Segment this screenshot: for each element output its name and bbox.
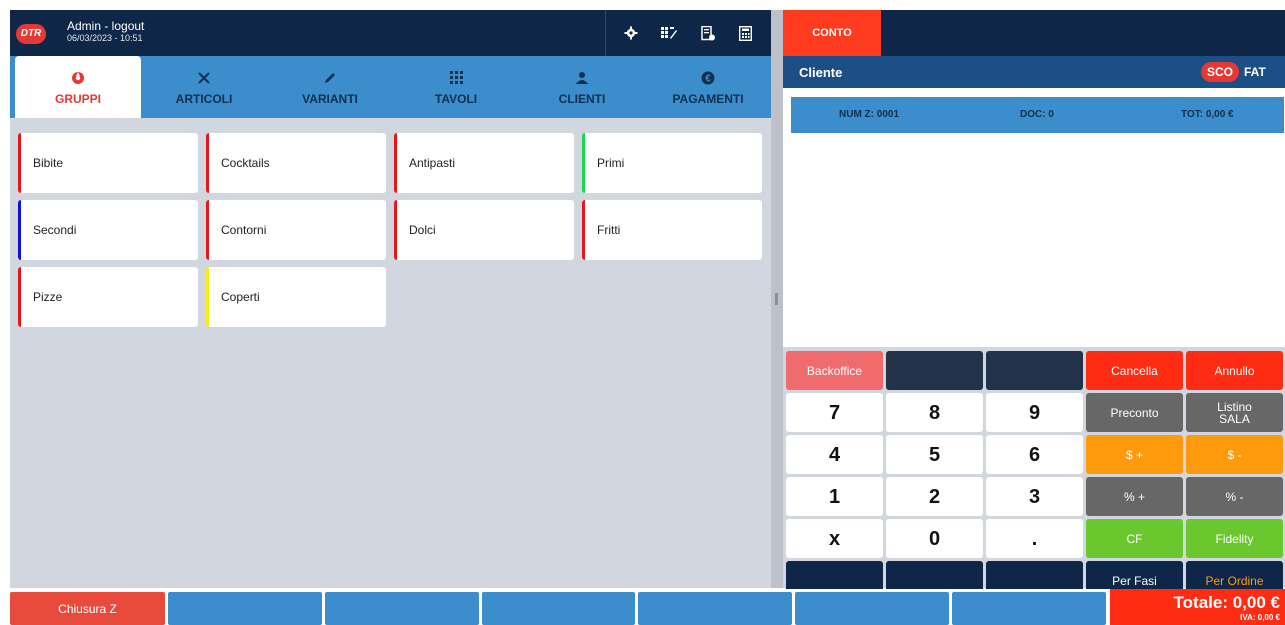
right-pane: CONTO Cliente SCO FAT NUM Z: 0001 DOC: 0… [783,10,1285,600]
tab-gruppi[interactable]: GRUPPI [15,56,141,118]
logo: DTR [16,24,46,44]
receipt-icon[interactable] [698,23,718,43]
tab-label: PAGAMENTI [672,91,744,106]
key-0[interactable]: 0 [886,519,983,558]
fidelity-button[interactable]: Fidelity [1186,519,1283,558]
key-1[interactable]: 1 [786,477,883,516]
group-button[interactable]: Dolci [394,200,574,260]
logout-link[interactable]: Admin - logout [67,20,144,33]
keypad: Backoffice Cancella Annullo 7 8 9 Precon… [783,347,1285,600]
key-dot[interactable]: . [986,519,1083,558]
calculator-icon[interactable] [736,23,756,43]
grid-icon [449,69,463,87]
pos-app: DTR Admin - logout 06/03/2023 - 10:51 GR… [0,0,1285,625]
iva-amount: IVA: 0,00 € [1240,613,1280,622]
key-3[interactable]: 3 [986,477,1083,516]
tab-clienti[interactable]: CLIENTI [519,56,645,118]
tab-pagamenti[interactable]: € PAGAMENTI [645,56,771,118]
top-icons [605,10,771,56]
top-bar: DTR Admin - logout 06/03/2023 - 10:51 [10,10,771,56]
gear-icon[interactable] [621,23,641,43]
key-2[interactable]: 2 [886,477,983,516]
key-7[interactable]: 7 [786,393,883,432]
pencil-icon [323,69,337,87]
dollar-plus-button[interactable]: $ + [1086,435,1183,474]
group-button[interactable]: Secondi [18,200,198,260]
bottom-function-button[interactable] [952,592,1106,625]
key-5[interactable]: 5 [886,435,983,474]
bottom-function-button[interactable] [638,592,792,625]
group-button[interactable]: Primi [582,133,762,193]
bottom-function-button[interactable] [168,592,322,625]
doc-label: DOC: 0 [1020,109,1054,120]
listino-sala-button[interactable]: Listino SALA [1186,393,1283,432]
cf-button[interactable]: CF [1086,519,1183,558]
preconto-button[interactable]: Preconto [1086,393,1183,432]
group-button[interactable]: Cocktails [206,133,386,193]
blank-key[interactable] [886,351,983,390]
percent-minus-button[interactable]: % - [1186,477,1283,516]
tab-varianti[interactable]: VARIANTI [267,56,393,118]
user-icon [576,69,588,87]
tab-label: ARTICOLI [175,91,233,106]
tab-label: VARIANTI [302,91,358,106]
group-button[interactable]: Contorni [206,200,386,260]
key-6[interactable]: 6 [986,435,1083,474]
right-top-bar: CONTO [783,10,1285,56]
tot-label: TOT: 0,00 € [1181,109,1234,120]
num-z-label: NUM Z: 0001 [839,109,900,120]
chiusura-z-button[interactable]: Chiusura Z [10,592,165,625]
client-bar: Cliente SCO FAT [783,56,1285,88]
bottom-function-button[interactable] [482,592,635,625]
tab-label: CLIENTI [558,91,606,106]
qr-grid-icon[interactable] [659,23,679,43]
key-x[interactable]: x [786,519,883,558]
tab-articoli[interactable]: ARTICOLI [141,56,267,118]
splitter-grip[interactable] [775,293,778,305]
percent-plus-button[interactable]: % + [1086,477,1183,516]
backoffice-button[interactable]: Backoffice [786,351,883,390]
total-box: Totale: 0,00 € IVA: 0,00 € [1110,589,1285,625]
euro-icon: € [701,69,715,87]
svg-text:€: € [705,73,711,84]
tab-label: TAVOLI [434,91,478,106]
blank-key[interactable] [986,351,1083,390]
dollar-minus-button[interactable]: $ - [1186,435,1283,474]
group-button[interactable]: Pizze [18,267,198,327]
fat-toggle[interactable]: FAT [1244,65,1266,79]
group-button[interactable]: Fritti [582,200,762,260]
datetime-label: 06/03/2023 - 10:51 [67,33,143,43]
group-button[interactable]: Bibite [18,133,198,193]
group-button[interactable]: Antipasti [394,133,574,193]
receipt-header: NUM Z: 0001 DOC: 0 TOT: 0,00 € [791,97,1284,133]
key-4[interactable]: 4 [786,435,883,474]
tab-tavoli[interactable]: TAVOLI [393,56,519,118]
total-amount: Totale: 0,00 € [1173,593,1280,612]
category-tabs: GRUPPI ARTICOLI VARIANTI TAVOLI CLIENTI … [10,56,771,118]
annullo-button[interactable]: Annullo [1186,351,1283,390]
key-9[interactable]: 9 [986,393,1083,432]
bottom-function-button[interactable] [325,592,479,625]
groups-icon [71,69,85,87]
tab-label: GRUPPI [54,91,101,106]
tab-conto[interactable]: CONTO [783,10,881,56]
pane-splitter[interactable] [771,10,783,588]
groups-grid: Bibite Cocktails Antipasti Primi Secondi… [10,118,771,327]
group-button[interactable]: Coperti [206,267,386,327]
bottom-bar: Chiusura Z Totale: 0,00 € IVA: 0,00 € [10,589,1285,625]
user-block[interactable]: Admin - logout 06/03/2023 - 10:51 [67,20,144,44]
left-pane: DTR Admin - logout 06/03/2023 - 10:51 GR… [10,10,771,588]
cancella-button[interactable]: Cancella [1086,351,1183,390]
key-8[interactable]: 8 [886,393,983,432]
cutlery-icon [197,69,211,87]
client-label[interactable]: Cliente [799,65,842,80]
bottom-function-button[interactable] [795,592,949,625]
sco-toggle[interactable]: SCO [1201,62,1239,82]
